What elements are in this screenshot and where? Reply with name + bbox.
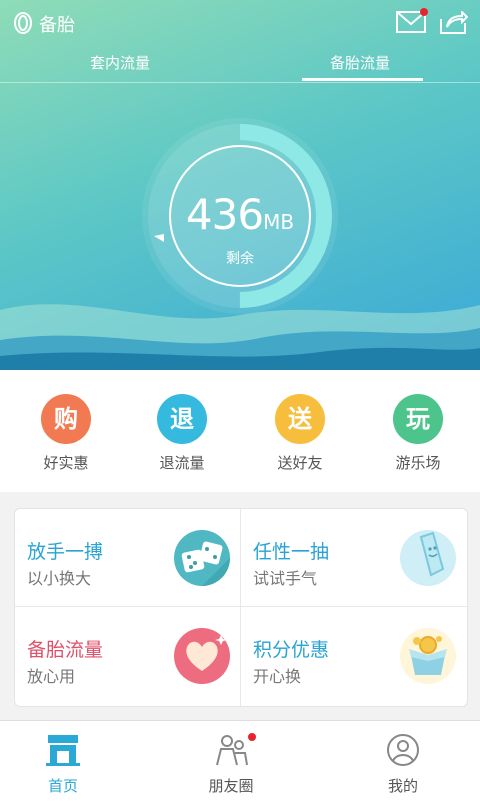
card-subtitle: 试试手气 — [253, 569, 318, 588]
card-title: 放手一搏 — [27, 541, 104, 563]
header-hero: 备胎 套内流量 备胎流量 436MB 剩余 — [0, 0, 480, 370]
bottom-nav: 首页 朋友圈 我的 — [0, 720, 480, 801]
card-subtitle: 放心用 — [27, 667, 76, 686]
tab-plan-data[interactable]: 套内流量 — [0, 52, 240, 73]
friends-badge — [248, 733, 256, 741]
tab-spare-data[interactable]: 备胎流量 — [240, 52, 480, 73]
nav-label: 朋友圈 — [208, 777, 254, 795]
quick-action-label: 游乐场 — [395, 454, 441, 472]
quick-action-deals[interactable]: 购 好实惠 — [6, 394, 126, 473]
feature-cards: 放手一搏 以小换大 任性一抽 试试手气 备胎流量 放心用 积分优惠 开心换 — [14, 508, 468, 707]
data-remaining-unit: MB — [263, 210, 295, 234]
card-subtitle: 开心换 — [253, 667, 302, 686]
data-remaining-value: 436 — [185, 190, 264, 239]
quick-action-label: 退流量 — [159, 454, 205, 472]
card-title: 积分优惠 — [253, 639, 330, 661]
tire-logo-icon — [14, 12, 32, 34]
quick-action-refund[interactable]: 退 退流量 — [122, 394, 242, 473]
nav-home[interactable]: 首页 — [3, 733, 123, 796]
gift-icon: 送 — [275, 394, 325, 444]
heart-icon — [174, 628, 230, 684]
card-lottery[interactable]: 任性一抽 试试手气 — [241, 509, 466, 607]
card-subtitle: 以小换大 — [27, 569, 92, 588]
shop-icon: 购 — [41, 394, 91, 444]
quick-action-label: 好实惠 — [43, 454, 89, 472]
dice-icon — [174, 530, 230, 586]
profile-icon — [387, 734, 419, 766]
coin-box-icon — [400, 628, 456, 684]
card-points[interactable]: 积分优惠 开心换 — [241, 607, 466, 705]
lottery-stick-icon — [400, 530, 456, 586]
nav-friends[interactable]: 朋友圈 — [171, 733, 291, 796]
store-icon — [46, 735, 80, 766]
nav-label: 我的 — [387, 777, 418, 795]
quick-action-playground[interactable]: 玩 游乐场 — [358, 394, 478, 473]
quick-action-gift[interactable]: 送 送好友 — [240, 394, 360, 473]
play-icon: 玩 — [393, 394, 443, 444]
friends-icon — [216, 735, 248, 766]
quick-action-label: 送好友 — [277, 454, 323, 472]
data-remaining-amount: 436MB — [180, 190, 300, 239]
mail-badge — [420, 8, 428, 16]
quick-actions: 购 好实惠 退 退流量 送 送好友 玩 游乐场 — [0, 370, 480, 492]
nav-profile[interactable]: 我的 — [343, 733, 463, 796]
refund-icon: 退 — [157, 394, 207, 444]
nav-label: 首页 — [47, 777, 78, 795]
card-title: 备胎流量 — [27, 639, 104, 661]
card-title: 任性一抽 — [253, 541, 330, 563]
tab-active-indicator — [302, 78, 423, 81]
card-gamble[interactable]: 放手一搏 以小换大 — [15, 509, 240, 607]
card-spare-data[interactable]: 备胎流量 放心用 — [15, 607, 240, 705]
app-title: 备胎 — [39, 15, 75, 36]
top-bar: 备胎 — [0, 0, 480, 46]
share-icon[interactable] — [438, 11, 468, 35]
data-remaining-caption: 剩余 — [226, 251, 254, 267]
